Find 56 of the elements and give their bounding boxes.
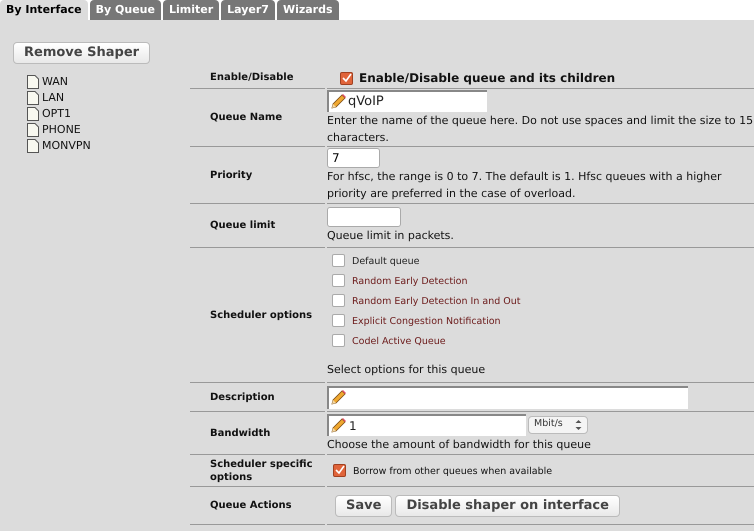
checkbox[interactable] [333, 464, 346, 477]
remove-shaper-button[interactable]: Remove Shaper [13, 42, 150, 64]
action-button[interactable]: Disable shaper on interface [395, 494, 620, 516]
document-icon [27, 138, 39, 153]
tree-item[interactable]: WAN [42, 74, 68, 90]
checkbox-label: Enable/Disable queue and its children [359, 70, 616, 87]
field-label: Bandwidth [210, 426, 270, 440]
tree-item[interactable]: MONVPN [42, 138, 91, 154]
help-text: For hfsc, the range is 0 to 7. The default is 1. Hfsc queues with a higher priority are preferred in the case of overload. [327, 169, 723, 202]
field-label: Scheduler specific options [210, 458, 314, 484]
help-text: Choose the amount of bandwidth for this queue [327, 436, 592, 452]
bandwidth-field[interactable]: 1 [327, 414, 526, 436]
tab[interactable]: By Interface [0, 0, 88, 20]
field-label: Queue Actions [210, 499, 292, 512]
help-text: Select options for this queue [327, 362, 486, 378]
tab[interactable]: Layer7 [221, 0, 275, 20]
option-label: Random Early Detection In and Out [352, 294, 520, 309]
field-label: Queue Name [210, 111, 282, 124]
document-icon [27, 122, 39, 137]
document-icon [27, 90, 39, 105]
stepper-arrows-icon [574, 418, 582, 430]
option-label: Default queue [352, 254, 420, 269]
help-text: Enter the name of the queue here. Do not use spaces and limit the size to 15 characters. [327, 112, 754, 146]
queue-limit-field[interactable] [327, 207, 401, 227]
field-label: Priority [210, 168, 252, 182]
pencil-icon [329, 416, 347, 434]
tab[interactable]: Limiter [162, 0, 220, 20]
queue-name-field[interactable]: qVoIP [327, 90, 487, 112]
checkbox[interactable] [332, 294, 345, 306]
action-button[interactable]: Save [335, 494, 392, 516]
tab[interactable]: By Queue [90, 0, 161, 20]
checkbox-label: Borrow from other queues when available [353, 464, 552, 479]
document-icon [27, 74, 39, 89]
pencil-icon [329, 92, 347, 110]
checkbox[interactable] [332, 274, 345, 286]
option-label: Explicit Congestion Notification [352, 314, 501, 329]
document-icon [27, 106, 39, 121]
tree-item[interactable]: LAN [42, 90, 64, 106]
tab[interactable]: Wizards [276, 0, 339, 20]
tree-item[interactable]: PHONE [42, 122, 81, 138]
field-label: Enable/Disable [210, 70, 294, 84]
field-label: Description [210, 390, 275, 404]
pencil-icon [329, 389, 347, 407]
field-label: Scheduler options [210, 308, 312, 322]
checkbox[interactable] [340, 72, 353, 84]
tree-item[interactable]: OPT1 [42, 106, 72, 122]
field-label: Queue limit [210, 219, 276, 232]
priority-field[interactable]: 7 [327, 148, 380, 168]
checkbox[interactable] [332, 254, 345, 266]
checkbox[interactable] [332, 314, 345, 326]
description-field[interactable] [327, 386, 688, 408]
checkbox[interactable] [332, 334, 345, 346]
help-text: Queue limit in packets. [327, 228, 455, 244]
unit-select[interactable]: Mbit/s [528, 416, 588, 434]
option-label: Random Early Detection [352, 274, 468, 289]
option-label: Codel Active Queue [352, 334, 446, 349]
